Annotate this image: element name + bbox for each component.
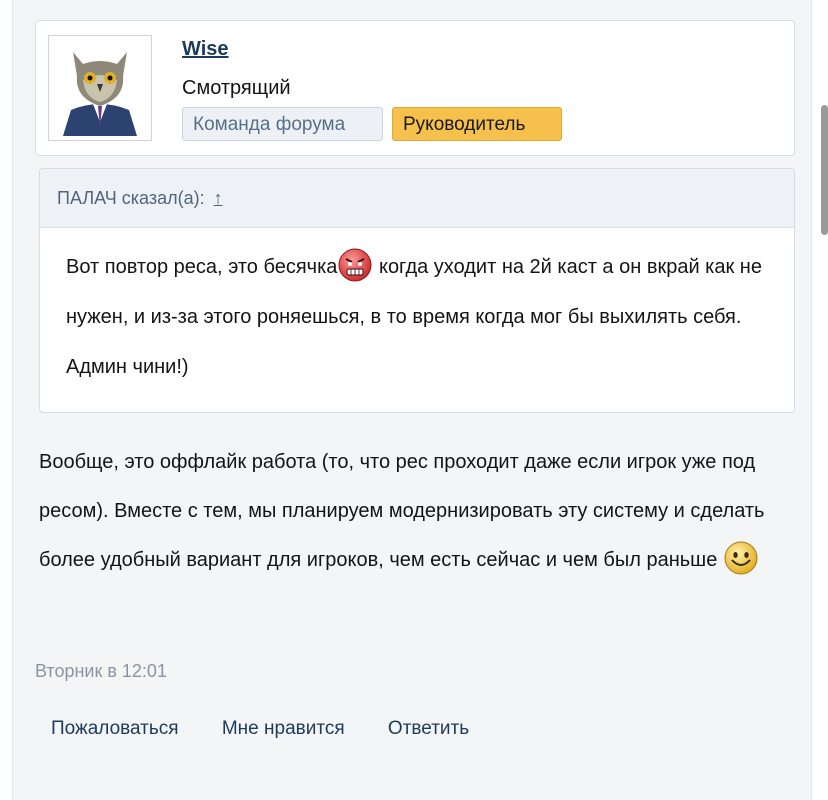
user-title: Смотрящий xyxy=(182,77,291,99)
badge-leader: Руководитель xyxy=(392,107,562,141)
owl-avatar-icon xyxy=(53,40,147,136)
username-link[interactable]: Wise xyxy=(182,38,229,61)
quote-text: Вот повтор реса, это бесячка когда уходи… xyxy=(40,228,794,406)
quote-text-start: Вот повтор реса, это бесячка xyxy=(66,256,338,278)
post-body-text: Вообще, это оффлайк работа (то, что рес … xyxy=(39,451,765,571)
post-actions: Пожаловаться Мне нравится Ответить xyxy=(51,718,507,740)
report-button[interactable]: Пожаловаться xyxy=(51,718,179,739)
forum-post: Wise Смотрящий Команда форума Руководите… xyxy=(12,0,812,800)
quote-jump-link[interactable]: ↑ xyxy=(214,188,223,208)
badge-forum-team: Команда форума xyxy=(182,107,383,141)
post-body: Вообще, это оффлайк работа (то, что рес … xyxy=(39,438,789,585)
post-timestamp[interactable]: Вторник в 12:01 xyxy=(35,661,167,682)
happy-face-icon xyxy=(724,541,758,575)
user-card: Wise Смотрящий Команда форума Руководите… xyxy=(35,20,795,156)
quote-author: ПАЛАЧ сказал(а): xyxy=(57,188,205,208)
scrollbar[interactable] xyxy=(821,105,828,235)
quote-header: ПАЛАЧ сказал(а): ↑ xyxy=(40,169,794,228)
avatar[interactable] xyxy=(48,35,152,141)
like-button[interactable]: Мне нравится xyxy=(222,718,345,739)
quote-block: ПАЛАЧ сказал(а): ↑ Вот повтор реса, это … xyxy=(39,168,795,413)
reply-button[interactable]: Ответить xyxy=(388,718,469,739)
angry-face-icon xyxy=(338,248,372,282)
